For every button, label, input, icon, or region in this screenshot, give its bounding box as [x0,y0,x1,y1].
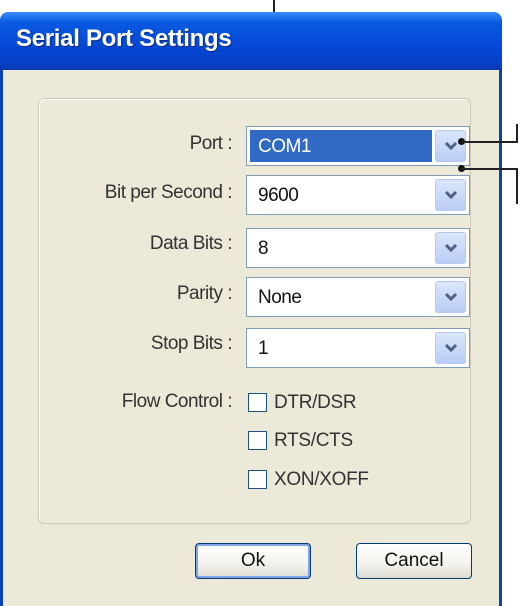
chevron-down-icon[interactable] [435,179,466,211]
checkbox-dtr-dsr[interactable] [248,393,267,412]
data-bits-select[interactable]: 8 [246,228,470,268]
bit-per-second-select[interactable]: 9600 [246,175,470,215]
checkbox-rts-cts[interactable] [248,431,267,450]
parity-value: None [258,287,302,308]
annotation-vert-port [516,124,518,143]
data-bits-label: Data Bits : [149,233,233,254]
checkbox-dtr-dsr-label[interactable]: DTR/DSR [274,392,357,414]
stop-bits-label: Stop Bits : [150,333,233,354]
bit-per-second-label: Bit per Second : [104,182,233,203]
port-label: Port : [189,133,233,154]
stop-bits-select[interactable]: 1 [246,328,470,368]
parity-select[interactable]: None [246,277,470,317]
title-bar[interactable]: Serial Port Settings [0,12,502,70]
checkbox-xon-xoff-label[interactable]: XON/XOFF [274,469,369,491]
cancel-button[interactable]: Cancel [356,543,472,579]
port-select[interactable]: COM1 [246,126,470,166]
checkbox-rts-cts-label[interactable]: RTS/CTS [274,430,353,452]
chevron-down-icon[interactable] [435,281,466,313]
ok-button[interactable]: Ok [195,543,311,579]
parity-label: Parity : [176,283,233,304]
chevron-down-icon[interactable] [435,332,466,364]
flow-control-label: Flow Control : [121,391,233,412]
annotation-line-port [462,141,517,143]
chevron-down-icon[interactable] [435,130,466,162]
checkbox-xon-xoff[interactable] [248,470,267,489]
bit-per-second-value: 9600 [258,185,299,206]
annotation-vert-bps [516,168,518,204]
port-value: COM1 [258,136,311,157]
annotation-line-bps [462,168,517,170]
chevron-down-icon[interactable] [435,232,466,264]
window-title: Serial Port Settings [16,25,232,52]
data-bits-value: 8 [258,238,269,259]
stop-bits-value: 1 [258,338,269,359]
